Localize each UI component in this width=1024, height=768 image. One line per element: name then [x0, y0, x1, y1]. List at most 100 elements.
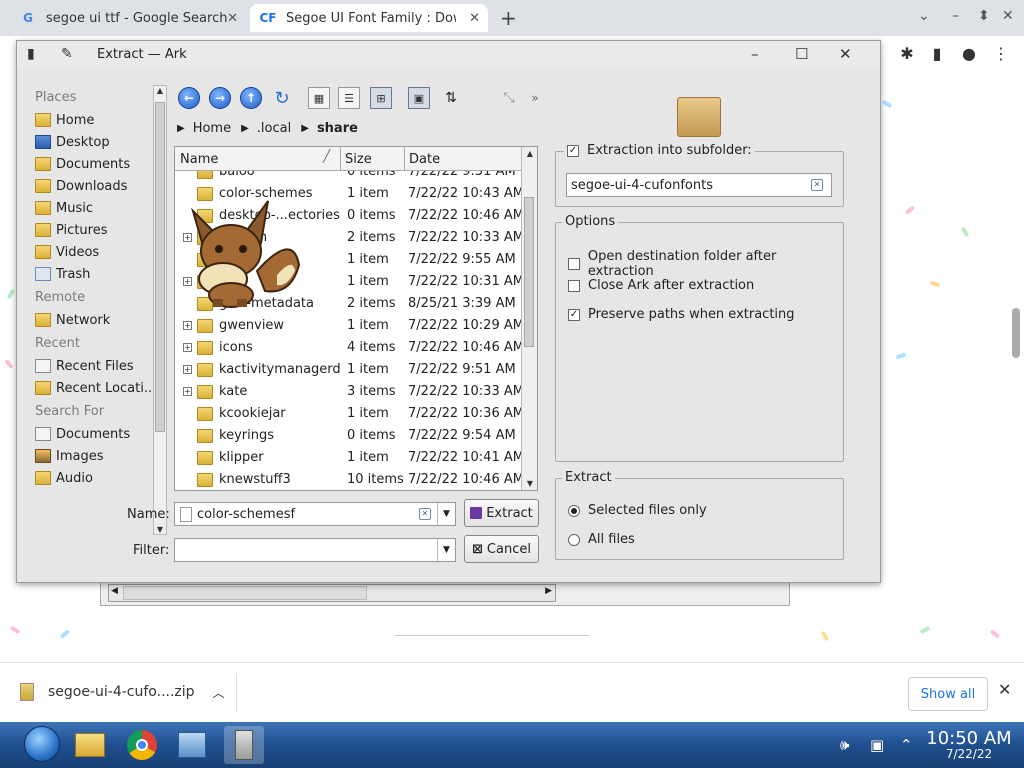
- clear-text-icon[interactable]: ✕: [811, 179, 823, 191]
- tab-google-search[interactable]: G segoe ui ttf - Google Search ✕: [10, 4, 246, 32]
- clock[interactable]: 10:50 AM 7/22/22: [924, 728, 1014, 761]
- minimize-icon[interactable]: –: [952, 8, 959, 24]
- show-all-button[interactable]: Show all: [908, 677, 988, 711]
- table-row[interactable]: kcookiejar 1 item 7/22/22 10:36 AM: [175, 403, 524, 425]
- scroll-down-icon[interactable]: ▼: [525, 479, 535, 488]
- places-item[interactable]: Videos: [31, 241, 163, 263]
- column-name[interactable]: Name: [180, 152, 218, 167]
- tree-view-button[interactable]: ⊞: [369, 86, 393, 110]
- close-ark-checkbox[interactable]: Close Ark after extraction: [568, 278, 754, 293]
- expand-icon[interactable]: +: [183, 365, 192, 374]
- expand-icon[interactable]: +: [183, 321, 192, 330]
- chevron-up-icon[interactable]: ︿: [213, 684, 225, 701]
- places-item[interactable]: Desktop: [31, 131, 163, 153]
- minimize-icon[interactable]: –: [751, 45, 759, 63]
- preserve-paths-checkbox[interactable]: ✓ Preserve paths when extracting: [568, 307, 795, 322]
- close-window-icon[interactable]: ✕: [1002, 8, 1014, 24]
- download-item[interactable]: segoe-ui-4-cufo....zip ︿: [20, 683, 225, 701]
- clear-text-icon[interactable]: ✕: [419, 508, 431, 520]
- cancel-button[interactable]: ⊠ Cancel: [464, 535, 539, 563]
- subfolder-input[interactable]: segoe-ui-4-cufonfonts ✕: [566, 173, 832, 197]
- pin-icon[interactable]: ✎: [61, 46, 73, 62]
- table-row[interactable]: + kate 3 items 7/22/22 10:33 AM: [175, 381, 524, 403]
- close-icon[interactable]: ✕: [839, 45, 852, 63]
- places-item[interactable]: Home: [31, 109, 163, 131]
- places-item[interactable]: Trash: [31, 263, 163, 285]
- start-button[interactable]: [24, 726, 60, 762]
- chevron-down-icon[interactable]: ⌄: [918, 8, 930, 24]
- expand-icon[interactable]: +: [183, 387, 192, 396]
- new-tab-button[interactable]: +: [500, 6, 517, 30]
- column-date[interactable]: Date: [409, 152, 440, 167]
- filter-combobox[interactable]: ▼: [174, 538, 456, 562]
- chevron-down-icon[interactable]: ▼: [437, 539, 455, 561]
- places-item[interactable]: Recent Locati...: [31, 377, 163, 399]
- scroll-up-icon[interactable]: ▲: [155, 86, 165, 95]
- ark-taskbar-button[interactable]: [224, 726, 264, 764]
- preview-button[interactable]: ▣: [407, 86, 431, 110]
- network-icon[interactable]: ▣: [870, 736, 884, 754]
- subfolder-checkbox[interactable]: ✓ Extraction into subfolder:: [564, 143, 755, 158]
- sort-button[interactable]: ⇅: [439, 86, 463, 110]
- page-scrollbar[interactable]: [1012, 308, 1020, 358]
- table-row[interactable]: klipper 1 item 7/22/22 10:41 AM: [175, 447, 524, 469]
- scroll-right-icon[interactable]: ▶: [545, 586, 552, 596]
- table-row[interactable]: knewstuff3 10 items 7/22/22 10:46 AM: [175, 469, 524, 490]
- name-input[interactable]: color-schemesf: [197, 507, 295, 522]
- expand-icon[interactable]: +: [183, 343, 192, 352]
- places-item[interactable]: Network: [31, 309, 163, 331]
- detail-button[interactable]: ⤡: [497, 86, 521, 110]
- scroll-down-icon[interactable]: ▼: [155, 525, 165, 534]
- scrollbar-thumb[interactable]: [123, 586, 367, 600]
- tab-segoe-font[interactable]: CF Segoe UI Font Family : Down ✕: [250, 4, 488, 32]
- places-item[interactable]: Audio: [31, 467, 163, 489]
- volume-icon[interactable]: 🕪: [840, 736, 849, 754]
- icons-view-button[interactable]: ▦: [307, 86, 331, 110]
- control-panel-button[interactable]: [172, 726, 212, 764]
- crumb-home[interactable]: Home: [193, 121, 231, 136]
- open-destination-checkbox[interactable]: Open destination folder after extraction: [568, 249, 843, 279]
- crumb-share[interactable]: share: [317, 121, 358, 136]
- places-item[interactable]: Images: [31, 445, 163, 467]
- crumb-local[interactable]: .local: [257, 121, 291, 136]
- scroll-left-icon[interactable]: ◀: [111, 586, 118, 596]
- selected-files-radio[interactable]: Selected files only: [568, 503, 707, 518]
- subfolder-value[interactable]: segoe-ui-4-cufonfonts: [571, 178, 713, 193]
- places-scrollbar[interactable]: ▲ ▼: [153, 85, 167, 535]
- up-button[interactable]: ↑: [239, 86, 263, 110]
- close-icon[interactable]: ✕: [469, 11, 480, 26]
- table-row[interactable]: + gwenview 1 item 7/22/22 10:29 AM: [175, 315, 524, 337]
- places-item[interactable]: Music: [31, 197, 163, 219]
- reload-button[interactable]: ↻: [270, 86, 294, 110]
- restore-icon[interactable]: ⬍: [978, 8, 990, 24]
- scroll-up-icon[interactable]: ▲: [525, 149, 535, 158]
- horizontal-scrollbar[interactable]: ◀ ▶: [108, 584, 556, 602]
- file-list-scrollbar[interactable]: ▲ ▼: [521, 147, 537, 490]
- close-icon[interactable]: ✕: [998, 680, 1011, 699]
- more-button[interactable]: »: [523, 86, 547, 110]
- file-explorer-button[interactable]: [70, 726, 110, 764]
- extract-button[interactable]: Extract: [464, 499, 539, 527]
- extensions-icon[interactable]: ✱: [898, 44, 916, 63]
- forward-button[interactable]: →: [208, 86, 232, 110]
- places-item[interactable]: Documents: [31, 423, 163, 445]
- close-icon[interactable]: ✕: [227, 11, 238, 26]
- all-files-radio[interactable]: All files: [568, 532, 635, 547]
- profile-icon[interactable]: ●: [960, 44, 978, 63]
- column-separator[interactable]: [340, 147, 341, 170]
- chrome-button[interactable]: [122, 726, 162, 764]
- side-panel-icon[interactable]: ▮: [928, 44, 946, 63]
- places-item[interactable]: Downloads: [31, 175, 163, 197]
- scrollbar-thumb[interactable]: [524, 197, 534, 347]
- list-view-button[interactable]: ☰: [337, 86, 361, 110]
- back-button[interactable]: ←: [177, 86, 201, 110]
- column-size[interactable]: Size: [345, 152, 372, 167]
- chevron-up-icon[interactable]: ⌃: [900, 736, 913, 754]
- name-combobox[interactable]: color-schemesf ✕ ▼: [174, 502, 456, 526]
- menu-icon[interactable]: ⋮: [992, 44, 1010, 63]
- places-item[interactable]: Pictures: [31, 219, 163, 241]
- places-item[interactable]: Recent Files: [31, 355, 163, 377]
- table-row[interactable]: keyrings 0 items 7/22/22 9:54 AM: [175, 425, 521, 447]
- scrollbar-thumb[interactable]: [155, 102, 165, 432]
- table-row[interactable]: + icons 4 items 7/22/22 10:46 AM: [175, 337, 524, 359]
